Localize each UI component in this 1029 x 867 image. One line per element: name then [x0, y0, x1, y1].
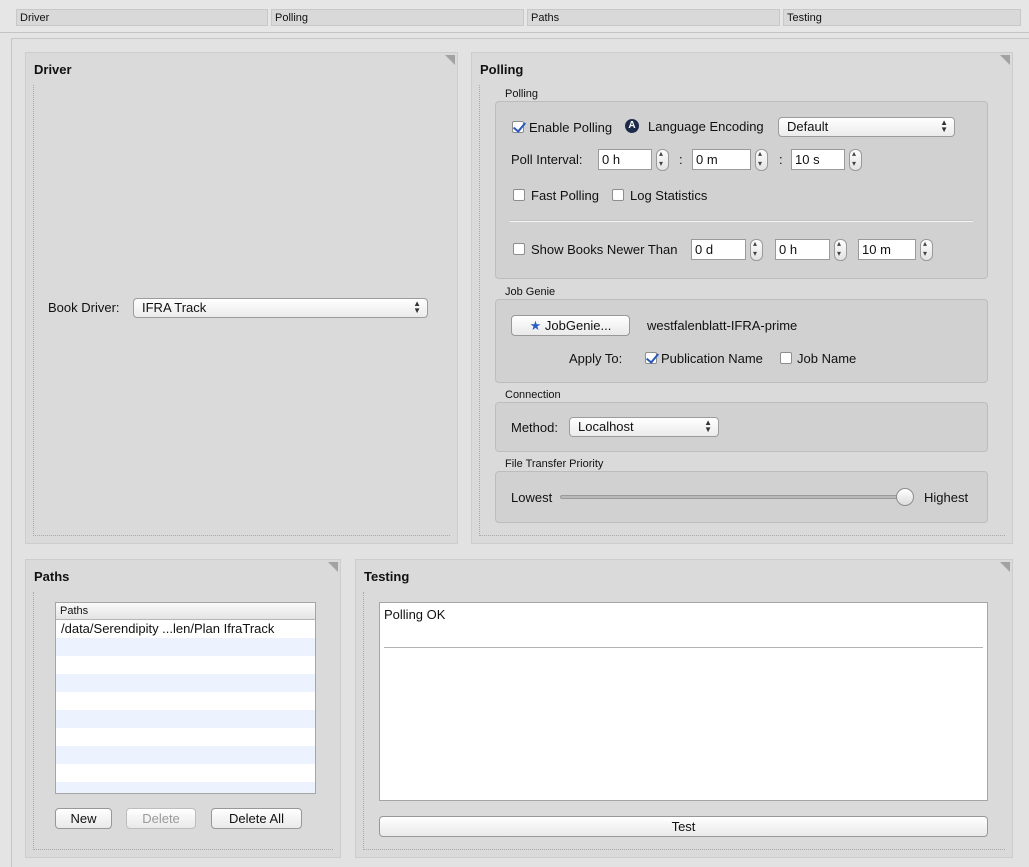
new-button[interactable]: New — [55, 808, 112, 829]
test-results-area[interactable]: Polling OK — [379, 602, 988, 801]
paths-panel-title: Paths — [34, 569, 70, 584]
priority-slider-track[interactable] — [560, 495, 912, 499]
poll-seconds-field[interactable]: 10 s — [791, 149, 845, 170]
popup-arrows-icon: ▲ ▼ — [704, 418, 712, 434]
publication-name-checkbox[interactable] — [645, 352, 657, 364]
poll-hours-stepper[interactable] — [656, 149, 669, 171]
top-tab-strip: Driver Polling Paths Testing — [0, 0, 1029, 33]
paths-table[interactable]: Paths /data/Serendipity ...len/Plan Ifra… — [55, 602, 316, 794]
newer-minutes-field[interactable]: 10 m — [858, 239, 916, 260]
log-statistics-label: Log Statistics — [630, 188, 708, 203]
star-icon: ★ — [529, 318, 542, 333]
newer-minutes-stepper[interactable] — [920, 239, 933, 261]
polling-separator — [510, 220, 973, 222]
job-genie-group: ★ JobGenie... westfalenblatt-IFRA-prime … — [495, 299, 988, 383]
newer-days-stepper[interactable] — [750, 239, 763, 261]
panel-resize-icon[interactable] — [328, 562, 338, 572]
jobgenie-button[interactable]: ★ JobGenie... — [511, 315, 630, 336]
newer-hours-field[interactable]: 0 h — [775, 239, 830, 260]
fast-polling-label: Fast Polling — [531, 188, 599, 203]
apply-to-label: Apply To: — [569, 351, 623, 366]
poll-minutes-stepper[interactable] — [755, 149, 768, 171]
table-row — [56, 656, 315, 674]
delete-button[interactable]: Delete — [126, 808, 196, 829]
job-genie-group-label: Job Genie — [505, 286, 556, 298]
book-driver-select[interactable]: IFRA Track ▲ ▼ — [133, 298, 428, 318]
polling-group-label: Polling — [505, 88, 539, 100]
paths-column-header[interactable]: Paths — [56, 603, 315, 620]
table-row — [56, 638, 315, 656]
polling-panel-title: Polling — [480, 62, 524, 77]
table-row — [56, 674, 315, 692]
tab-polling[interactable]: Polling — [271, 9, 524, 26]
publication-name-label: Publication Name — [661, 351, 763, 366]
newer-days-field[interactable]: 0 d — [691, 239, 746, 260]
priority-slider-knob[interactable] — [896, 488, 914, 506]
language-encoding-select[interactable]: Default ▲ ▼ — [778, 117, 955, 137]
panel-resize-icon[interactable] — [1000, 562, 1010, 572]
table-row — [56, 746, 315, 764]
priority-group-label: File Transfer Priority — [505, 458, 604, 470]
method-select[interactable]: Localhost ▲ ▼ — [569, 417, 719, 437]
table-row — [56, 728, 315, 746]
log-statistics-checkbox[interactable] — [612, 189, 624, 201]
connection-group: Method: Localhost ▲ ▼ — [495, 402, 988, 452]
job-name-label: Job Name — [797, 351, 857, 366]
connection-group-label: Connection — [505, 389, 561, 401]
colon-label: : — [779, 152, 783, 167]
popup-arrows-icon: ▲ ▼ — [940, 118, 948, 134]
testing-panel: Testing Polling OK Test — [355, 559, 1013, 858]
table-row — [56, 692, 315, 710]
book-driver-value: IFRA Track — [142, 300, 207, 315]
panel-resize-icon[interactable] — [445, 55, 455, 65]
language-encoding-label: Language Encoding — [648, 119, 764, 134]
language-encoding-icon: A — [625, 119, 639, 133]
language-encoding-value: Default — [787, 119, 829, 134]
job-name-checkbox[interactable] — [780, 352, 792, 364]
highest-label: Highest — [924, 490, 969, 505]
jobgenie-button-label: JobGenie... — [544, 318, 612, 333]
test-result-text: Polling OK — [384, 607, 446, 622]
method-label: Method: — [511, 420, 558, 435]
tab-paths[interactable]: Paths — [527, 9, 780, 26]
testing-panel-title: Testing — [364, 569, 410, 584]
colon-label: : — [679, 152, 683, 167]
tab-driver[interactable]: Driver — [16, 9, 268, 26]
jobgenie-name-value: westfalenblatt-IFRA-prime — [647, 318, 798, 333]
driver-panel: Driver Book Driver: IFRA Track ▲ ▼ — [25, 52, 458, 544]
method-value: Localhost — [578, 419, 634, 434]
panel-resize-icon[interactable] — [1000, 55, 1010, 65]
lowest-label: Lowest — [511, 490, 553, 505]
path-cell: /data/Serendipity ...len/Plan IfraTrack — [61, 621, 275, 636]
table-row — [56, 782, 315, 793]
poll-hours-field[interactable]: 0 h — [598, 149, 652, 170]
poll-seconds-stepper[interactable] — [849, 149, 862, 171]
polling-panel: Polling Polling Enable Polling A Languag… — [471, 52, 1013, 544]
fast-polling-checkbox[interactable] — [513, 189, 525, 201]
newer-hours-stepper[interactable] — [834, 239, 847, 261]
table-row — [56, 764, 315, 782]
result-separator — [384, 647, 983, 648]
enable-polling-checkbox[interactable] — [512, 121, 524, 133]
priority-group: Lowest Highest — [495, 471, 988, 523]
test-button[interactable]: Test — [379, 816, 988, 837]
driver-panel-title: Driver — [34, 62, 72, 77]
show-books-newer-checkbox[interactable] — [513, 243, 525, 255]
popup-arrows-icon: ▲ ▼ — [413, 299, 421, 315]
poll-interval-label: Poll Interval: — [511, 152, 583, 167]
show-books-newer-label: Show Books Newer Than — [531, 242, 678, 257]
table-row — [56, 710, 315, 728]
polling-group: Enable Polling A Language Encoding Defau… — [495, 101, 988, 279]
delete-all-button[interactable]: Delete All — [211, 808, 302, 829]
poll-minutes-field[interactable]: 0 m — [692, 149, 751, 170]
tab-testing[interactable]: Testing — [783, 9, 1021, 26]
book-driver-label: Book Driver: — [48, 300, 120, 315]
paths-panel: Paths Paths /data/Serendipity ...len/Pla… — [25, 559, 341, 858]
table-row[interactable]: /data/Serendipity ...len/Plan IfraTrack — [56, 620, 315, 638]
enable-polling-label: Enable Polling — [529, 120, 613, 135]
